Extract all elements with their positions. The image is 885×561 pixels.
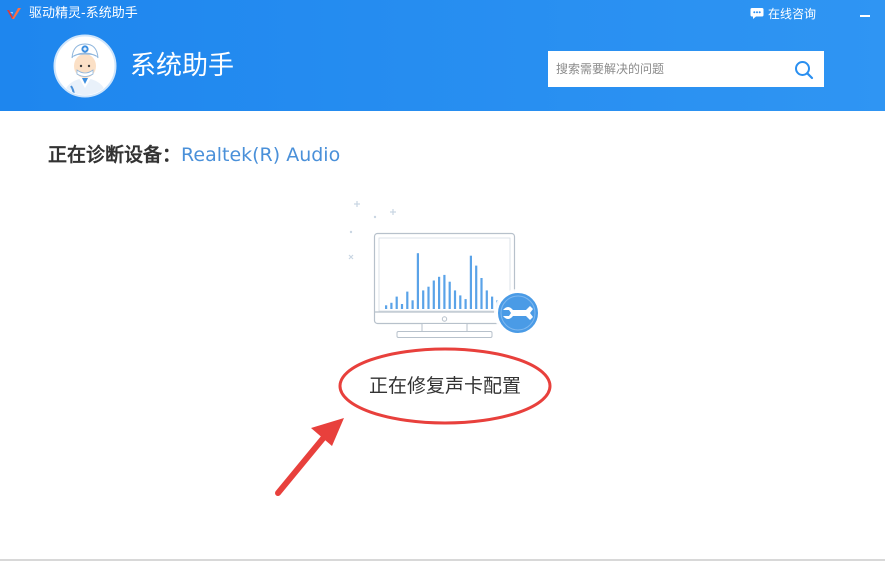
title-bar: 驱动精灵-系统助手 在线咨询 (0, 0, 885, 28)
equalizer-bar (432, 280, 435, 309)
doctor-avatar-icon (53, 34, 117, 98)
equalizer-bar (400, 304, 404, 309)
monitor-audio-repair-icon (348, 201, 542, 338)
equalizer-bar (411, 300, 414, 309)
minimize-button[interactable] (855, 6, 875, 22)
repair-status-text: 正在修复声卡配置 (368, 375, 521, 397)
equalizer-bar (406, 291, 409, 309)
equalizer-bar (395, 296, 398, 309)
equalizer-bar (459, 295, 462, 309)
equalizer-bar (491, 296, 494, 309)
equalizer-bar (427, 286, 430, 309)
header-bar: 驱动精灵-系统助手 在线咨询 系统助手 搜索需要解决的问题 (0, 0, 885, 111)
diagnosis-colon: ： (162, 144, 182, 166)
equalizer-bar (390, 302, 393, 309)
minimize-icon (860, 15, 870, 17)
equalizer-bar (453, 290, 457, 309)
diagnosis-label: 正在诊断设备 (48, 144, 163, 166)
driver-genius-logo-icon (7, 8, 21, 19)
diagnosis-line: 正在诊断设备：Realtek(R) Audio (48, 143, 340, 167)
search-box (548, 51, 824, 87)
equalizer-bar (448, 281, 451, 309)
equalizer-bar (475, 265, 478, 309)
equalizer-bar (422, 290, 425, 309)
equalizer-bar (385, 305, 388, 309)
device-name: Realtek(R) Audio (181, 144, 341, 166)
equalizer-bar (485, 290, 488, 309)
equalizer-bar (416, 253, 419, 309)
page-title: 系统助手 (130, 51, 235, 81)
equalizer-bar (464, 299, 467, 309)
search-input[interactable] (548, 51, 778, 87)
window-title: 驱动精灵-系统助手 (29, 6, 138, 21)
arrow-shaft (275, 433, 328, 496)
equalizer-bar (480, 278, 483, 309)
search-icon[interactable] (792, 58, 816, 82)
equalizer-bar (469, 255, 472, 309)
online-consult-button[interactable]: 在线咨询 (750, 5, 816, 22)
equalizer-bar (438, 276, 441, 309)
equalizer-bar (443, 274, 446, 309)
arrow-head (311, 418, 344, 446)
chat-bubble-icon (750, 8, 764, 19)
online-consult-label: 在线咨询 (768, 7, 817, 21)
